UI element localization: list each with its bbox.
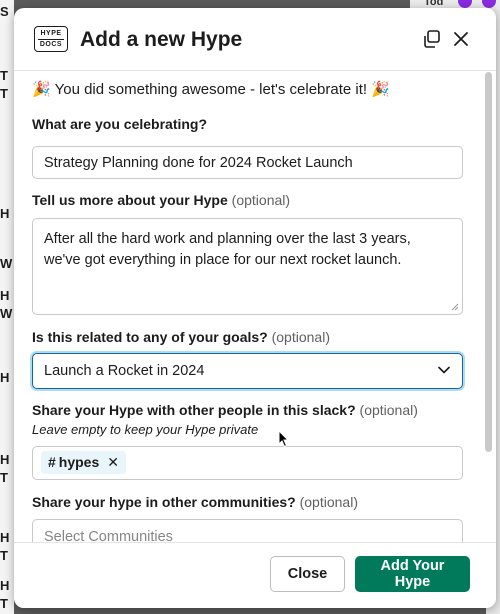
communities-select[interactable]: Select Communities	[32, 519, 463, 542]
add-hype-button[interactable]: Add Your Hype	[355, 556, 470, 592]
channel-chip: # hypes ✕	[41, 451, 126, 474]
logo-line-1: HYPE	[40, 30, 62, 37]
close-icon[interactable]	[450, 28, 472, 50]
communities-label: Share your hype in other communities? (o…	[32, 494, 358, 510]
details-textarea[interactable]: After all the hard work and planning ove…	[32, 218, 463, 315]
hypedocs-logo: HYPE DOCS	[34, 26, 68, 52]
bg-letter: H	[0, 578, 10, 593]
bg-letter: H	[0, 452, 10, 467]
bg-letter: T	[0, 470, 8, 485]
bg-letter: H	[0, 370, 10, 385]
goals-label-text: Is this related to any of your goals?	[32, 329, 268, 345]
bg-letter: T	[0, 86, 8, 101]
background-sidebar: S T T H W H W H H T H T H T	[0, 0, 14, 614]
chevron-down-icon	[438, 366, 450, 374]
bg-avatar	[482, 0, 496, 8]
goals-selected-value: Launch a Rocket in 2024	[44, 363, 205, 379]
add-hype-modal: HYPE DOCS Add a new Hype 🎉 You did somet…	[14, 8, 496, 608]
bg-letter: H	[0, 530, 10, 545]
details-text: After all the hard work and planning ove…	[44, 231, 411, 268]
modal-footer: Close Add Your Hype	[14, 542, 496, 608]
share-label: Share your Hype with other people in thi…	[32, 402, 418, 418]
celebrate-input[interactable]: Strategy Planning done for 2024 Rocket L…	[32, 146, 463, 179]
channel-chip-label: hypes	[58, 454, 100, 470]
bg-letter: W	[0, 256, 13, 271]
hash-icon: #	[48, 454, 56, 470]
bg-letter: H	[0, 206, 10, 221]
optional-tag: (optional)	[359, 402, 418, 418]
details-label: Tell us more about your Hype (optional)	[32, 192, 290, 208]
popout-icon[interactable]	[421, 28, 443, 50]
bg-letter: S	[0, 4, 9, 19]
celebrate-label: What are you celebrating?	[32, 116, 208, 132]
party-popper-icon: 🎉	[371, 81, 390, 98]
share-label-text: Share your Hype with other people in thi…	[32, 402, 356, 418]
optional-tag: (optional)	[299, 494, 358, 510]
bg-today-label: Tod	[424, 0, 444, 8]
remove-chip-icon[interactable]: ✕	[107, 454, 119, 470]
party-popper-icon: 🎉	[32, 81, 51, 98]
bg-letter: T	[0, 596, 8, 611]
optional-tag: (optional)	[271, 329, 330, 345]
bg-letter: T	[0, 548, 8, 563]
modal-scrollbar[interactable]	[485, 72, 492, 452]
goals-select[interactable]: Launch a Rocket in 2024	[32, 353, 463, 389]
modal-header: HYPE DOCS Add a new Hype	[14, 8, 496, 71]
bg-letter: T	[0, 68, 8, 83]
communities-label-text: Share your hype in other communities?	[32, 494, 296, 510]
bg-avatar	[458, 0, 472, 8]
bg-letter: W	[0, 306, 13, 321]
details-label-text: Tell us more about your Hype	[32, 192, 228, 208]
close-button[interactable]: Close	[270, 556, 345, 592]
intro-text: 🎉 You did something awesome - let's cele…	[32, 80, 390, 98]
bg-letter: H	[0, 288, 10, 303]
mouse-cursor-icon	[278, 430, 290, 448]
optional-tag: (optional)	[231, 192, 291, 208]
intro-message: You did something awesome - let's celebr…	[54, 81, 368, 98]
goals-label: Is this related to any of your goals? (o…	[32, 329, 330, 345]
logo-line-2: DOCS	[38, 39, 64, 48]
share-hint: Leave empty to keep your Hype private	[32, 422, 259, 437]
modal-body: 🎉 You did something awesome - let's cele…	[14, 70, 486, 542]
modal-title: Add a new Hype	[80, 28, 243, 51]
share-channels-input[interactable]: # hypes ✕	[32, 446, 463, 480]
resize-handle-icon[interactable]	[451, 303, 459, 311]
